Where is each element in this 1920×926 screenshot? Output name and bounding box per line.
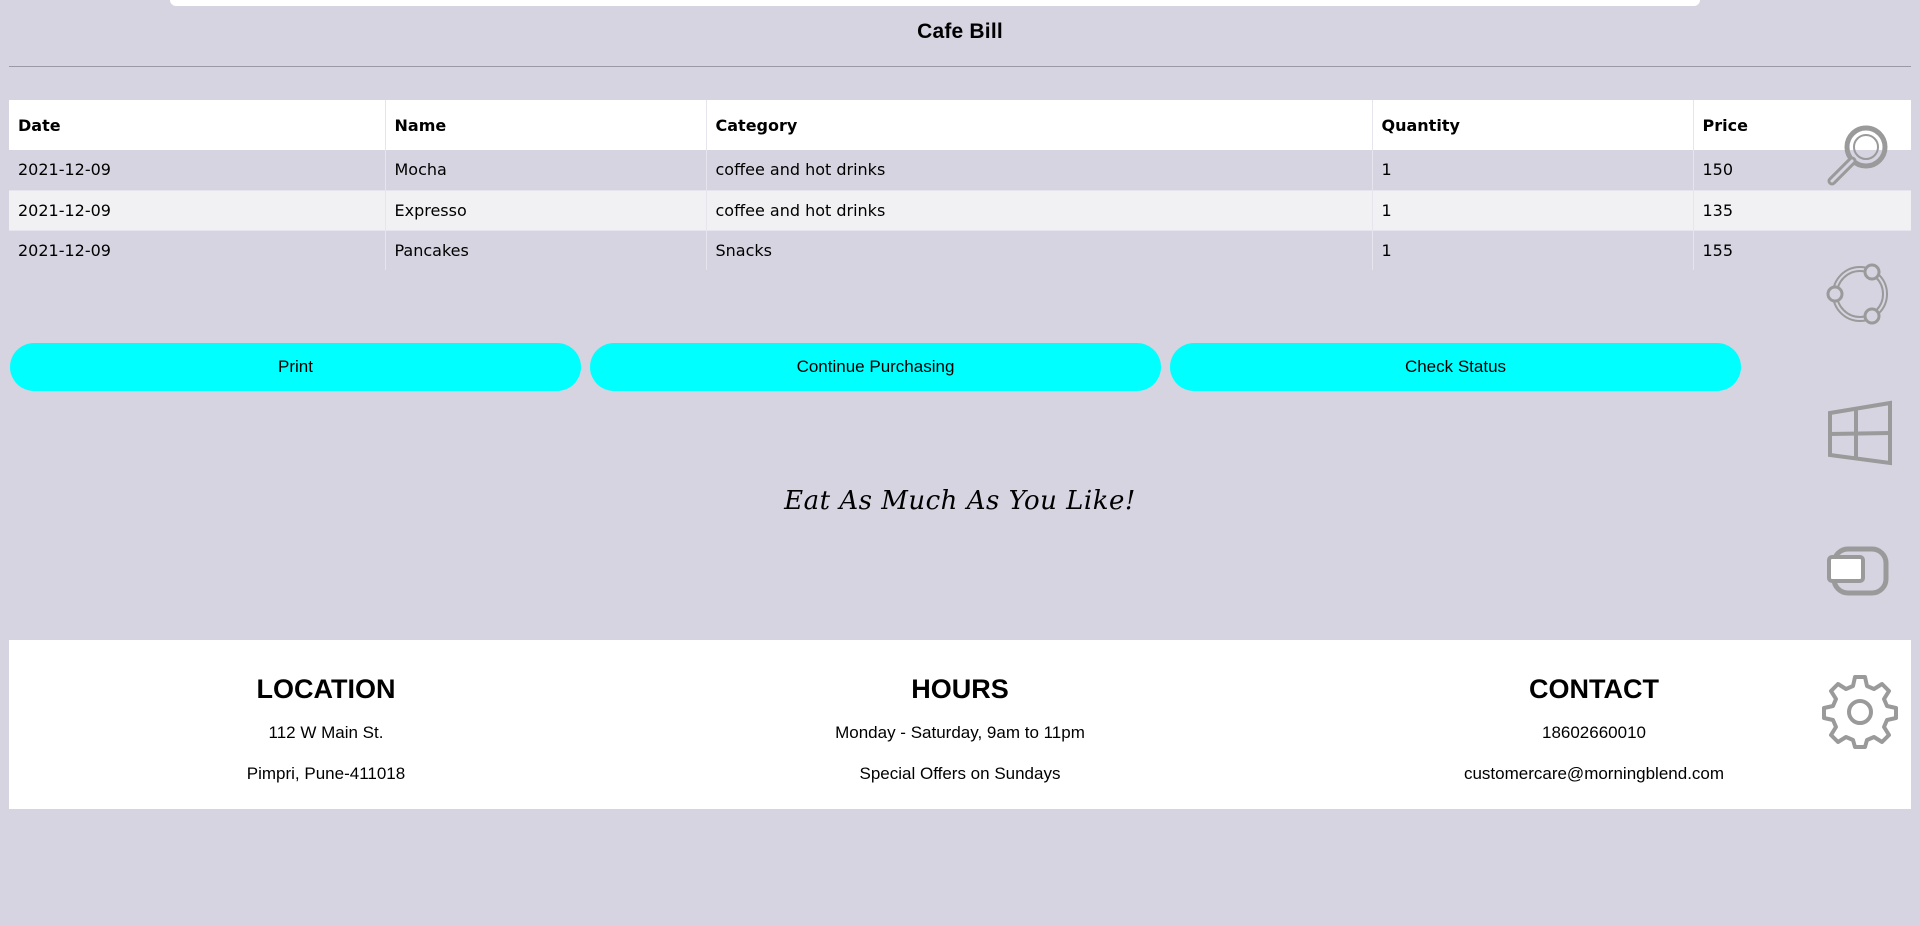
- contact-phone: 18602660010: [1541, 723, 1646, 742]
- contact-heading: CONTACT: [1529, 674, 1659, 704]
- side-icon-bar: [1820, 0, 1900, 926]
- browser-top-strip: [170, 0, 1700, 6]
- cell-name: Pancakes: [385, 229, 707, 270]
- cell-quantity: 1: [1372, 229, 1694, 270]
- column-header-name: Name: [385, 100, 707, 150]
- cell-category: Snacks: [706, 229, 1373, 270]
- column-header-quantity: Quantity: [1372, 100, 1694, 150]
- cell-name: Mocha: [385, 150, 707, 190]
- column-header-category: Category: [706, 100, 1373, 150]
- ubuntu-icon[interactable]: [1820, 254, 1900, 334]
- cell-quantity: 1: [1372, 189, 1694, 230]
- cell-category: coffee and hot drinks: [706, 150, 1373, 190]
- page-title: Cafe Bill: [917, 20, 1003, 43]
- bill-table: Date Name Category Quantity Price 2021-1…: [9, 100, 1911, 270]
- search-icon[interactable]: [1820, 113, 1900, 193]
- cell-date: 2021-12-09: [9, 150, 386, 190]
- footer: LOCATION 112 W Main St. Pimpri, Pune-411…: [9, 640, 1911, 809]
- title-divider: [9, 66, 1911, 67]
- column-header-date: Date: [9, 100, 386, 150]
- location-street: 112 W Main St.: [268, 723, 384, 742]
- table-row: 2021-12-09 Expresso coffee and hot drink…: [9, 189, 1911, 230]
- footer-hours: HOURS Monday - Saturday, 9am to 11pm Spe…: [643, 640, 1277, 794]
- cell-date: 2021-12-09: [9, 189, 386, 230]
- continue-purchasing-button[interactable]: Continue Purchasing: [590, 343, 1161, 391]
- location-city: Pimpri, Pune-411018: [246, 764, 406, 783]
- check-status-button[interactable]: Check Status: [1170, 343, 1741, 391]
- cell-date: 2021-12-09: [9, 229, 386, 270]
- gear-icon[interactable]: [1820, 672, 1900, 752]
- table-row: 2021-12-09 Pancakes Snacks 1 155: [9, 229, 1911, 270]
- toggle-icon[interactable]: [1820, 533, 1900, 613]
- cell-category: coffee and hot drinks: [706, 189, 1373, 230]
- table-row: 2021-12-09 Mocha coffee and hot drinks 1…: [9, 150, 1911, 190]
- tagline: Eat As Much As You Like!: [784, 486, 1136, 516]
- contact-email: customercare@morningblend.com: [1463, 764, 1725, 783]
- hours-heading: HOURS: [911, 674, 1009, 704]
- cell-name: Expresso: [385, 189, 707, 230]
- table-header-row: Date Name Category Quantity Price: [9, 100, 1911, 150]
- location-heading: LOCATION: [256, 674, 396, 704]
- footer-contact: CONTACT 18602660010 customercare@morning…: [1277, 640, 1911, 794]
- hours-schedule: Monday - Saturday, 9am to 11pm: [835, 723, 1085, 742]
- print-button[interactable]: Print: [10, 343, 581, 391]
- footer-location: LOCATION 112 W Main St. Pimpri, Pune-411…: [9, 640, 643, 794]
- cell-quantity: 1: [1372, 150, 1694, 190]
- hours-offers: Special Offers on Sundays: [859, 764, 1061, 783]
- windows-icon[interactable]: [1820, 393, 1900, 473]
